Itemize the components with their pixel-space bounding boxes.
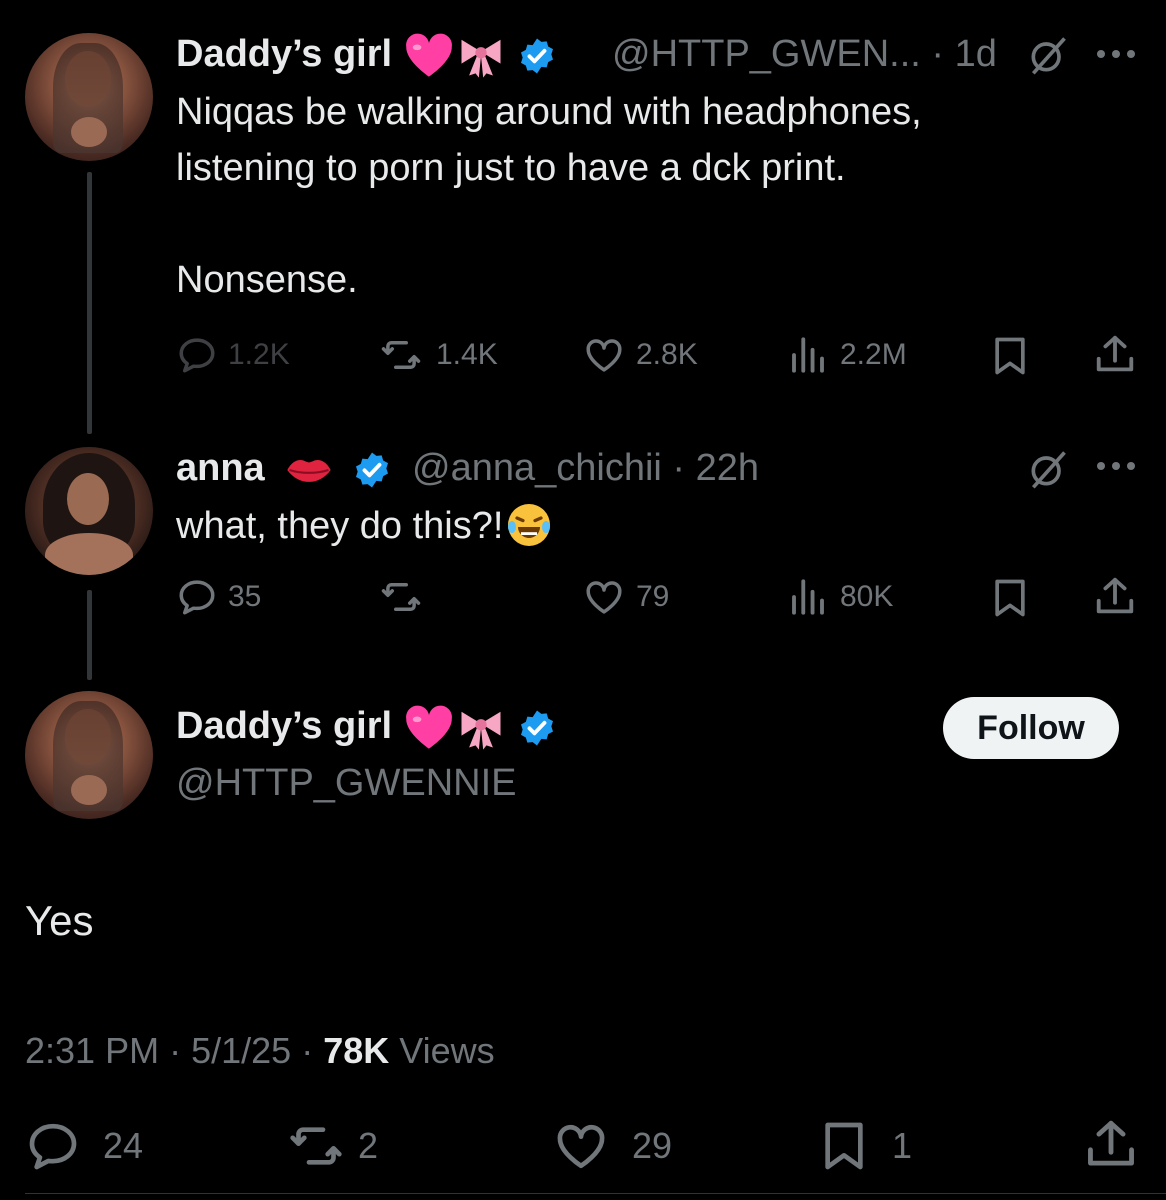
views-icon bbox=[786, 334, 830, 376]
tweet1-repost-button[interactable]: 1.4K bbox=[376, 334, 498, 376]
display-name: Daddy’s girl bbox=[176, 705, 393, 748]
main-text: Yes bbox=[25, 897, 94, 944]
tweet2-text: what, they do this?! bbox=[176, 505, 504, 547]
tweet1-text-line2: listening to porn just to have a dck pri… bbox=[176, 147, 846, 189]
views-count: 78K bbox=[323, 1030, 390, 1071]
reply-count: 35 bbox=[228, 580, 262, 613]
like-icon bbox=[582, 334, 626, 376]
more-icon[interactable] bbox=[1094, 44, 1138, 64]
main-repost-button[interactable]: 2 bbox=[284, 1118, 378, 1174]
main-handle[interactable]: @HTTP_GWENNIE bbox=[176, 762, 516, 805]
reply-icon bbox=[176, 576, 218, 618]
main-like-button[interactable]: 29 bbox=[552, 1118, 672, 1174]
reply-count: 24 bbox=[103, 1125, 144, 1166]
tweet1-text-line1: Niqqas be walking around with headphones… bbox=[176, 91, 922, 133]
tweet2-time[interactable]: 22h bbox=[696, 447, 759, 489]
separator: · bbox=[672, 447, 686, 489]
kiss-mark-emoji-icon bbox=[283, 444, 335, 496]
grok-icon[interactable] bbox=[1026, 447, 1070, 491]
thread-line bbox=[87, 172, 92, 434]
main-name[interactable]: Daddy’s girl bbox=[176, 702, 557, 754]
separator: · bbox=[301, 1030, 314, 1071]
tweet2-reply-button[interactable]: 35 bbox=[176, 576, 261, 618]
repost-count: 1.4K bbox=[436, 338, 498, 371]
like-count: 2.8K bbox=[636, 338, 698, 371]
tweet1-text-line4: Nonsense. bbox=[176, 259, 358, 301]
reply-icon bbox=[176, 334, 218, 376]
thread-line bbox=[87, 590, 92, 680]
verified-badge-icon bbox=[517, 708, 557, 748]
share-icon[interactable] bbox=[1092, 332, 1138, 378]
laughing-emoji-icon bbox=[505, 501, 553, 549]
post-time[interactable]: 2:31 PM bbox=[25, 1030, 159, 1071]
tweet1-name[interactable]: Daddy’s girl bbox=[176, 30, 557, 82]
like-count: 79 bbox=[636, 580, 670, 613]
like-icon bbox=[582, 576, 626, 618]
verified-badge-icon bbox=[352, 450, 392, 490]
separator: · bbox=[169, 1030, 182, 1071]
tweet2-handle[interactable]: @anna_chichii bbox=[412, 447, 662, 489]
bookmark-count: 1 bbox=[892, 1125, 913, 1166]
like-count: 29 bbox=[632, 1125, 673, 1166]
post-date[interactable]: 5/1/25 bbox=[191, 1030, 291, 1071]
bookmark-icon[interactable] bbox=[988, 334, 1032, 378]
separator: · bbox=[931, 33, 945, 75]
tweet1-time[interactable]: 1d bbox=[955, 33, 997, 75]
views-count: 2.2M bbox=[840, 338, 907, 371]
repost-icon bbox=[284, 1118, 348, 1174]
tweet1-views-button[interactable]: 2.2M bbox=[786, 334, 907, 376]
display-name: Daddy’s girl bbox=[176, 33, 393, 76]
bookmark-icon[interactable] bbox=[988, 576, 1032, 620]
tweet1-like-button[interactable]: 2.8K bbox=[582, 334, 698, 376]
repost-icon bbox=[376, 334, 426, 376]
share-icon[interactable] bbox=[1092, 574, 1138, 620]
heart-emoji-icon bbox=[403, 30, 455, 82]
tweet1-reply-button[interactable]: 1.2K bbox=[176, 334, 290, 376]
tweet2-name[interactable]: anna bbox=[176, 444, 392, 496]
tweet2-like-button[interactable]: 79 bbox=[582, 576, 669, 618]
views-count: 80K bbox=[840, 580, 894, 613]
views-label: Views bbox=[399, 1030, 495, 1071]
tweet2-views-button[interactable]: 80K bbox=[786, 576, 893, 618]
heart-emoji-icon bbox=[403, 702, 455, 754]
avatar-daddys-girl[interactable] bbox=[25, 691, 153, 819]
tweet2-repost-button[interactable] bbox=[376, 576, 436, 618]
main-reply-button[interactable]: 24 bbox=[25, 1118, 143, 1174]
avatar-anna[interactable] bbox=[25, 447, 153, 575]
tweet1-handle[interactable]: @HTTP_GWEN... bbox=[612, 33, 921, 75]
verified-badge-icon bbox=[517, 36, 557, 76]
share-icon[interactable] bbox=[1082, 1116, 1140, 1174]
display-name: anna bbox=[176, 447, 265, 490]
repost-icon bbox=[376, 576, 426, 618]
timestamp-line: 2:31 PM · 5/1/25 · 78K Views bbox=[25, 1030, 495, 1072]
reply-icon bbox=[25, 1118, 81, 1174]
repost-count: 2 bbox=[358, 1125, 379, 1166]
reply-count: 1.2K bbox=[228, 338, 290, 371]
bottom-divider bbox=[25, 1193, 1166, 1194]
views-icon bbox=[786, 576, 830, 618]
bow-emoji-icon bbox=[455, 30, 507, 82]
follow-button[interactable]: Follow bbox=[943, 697, 1119, 759]
main-bookmark-button[interactable]: 1 bbox=[816, 1118, 912, 1174]
more-icon[interactable] bbox=[1094, 456, 1138, 476]
avatar-daddys-girl[interactable] bbox=[25, 33, 153, 161]
bow-emoji-icon bbox=[455, 702, 507, 754]
like-icon bbox=[552, 1118, 610, 1174]
bookmark-icon bbox=[816, 1118, 872, 1174]
grok-icon[interactable] bbox=[1026, 33, 1070, 77]
